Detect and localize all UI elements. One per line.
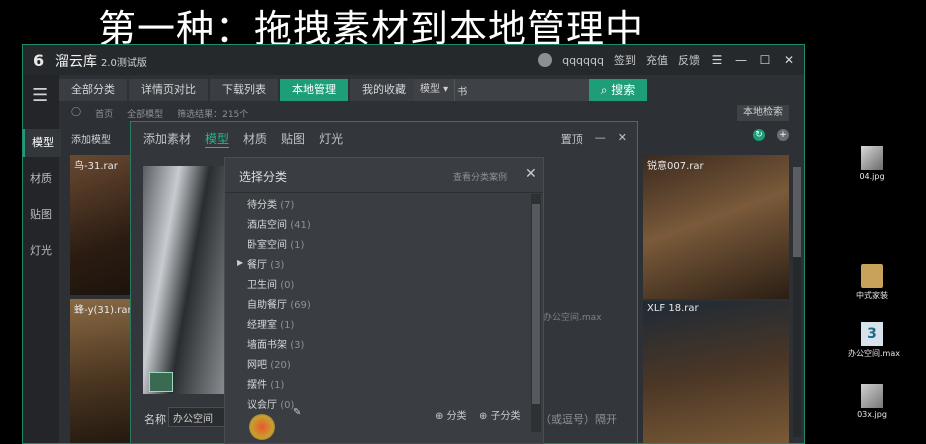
dialog-tab-texture[interactable]: 贴图 — [281, 130, 305, 148]
main-tabs: 全部分类 详情页对比 下载列表 本地管理 我的收藏 — [59, 79, 418, 101]
app-name: 溜云库 2.0测试版 — [55, 54, 147, 70]
minimize-icon[interactable]: — — [595, 131, 606, 147]
list-item[interactable]: 卫生间 (0) — [247, 276, 294, 291]
preview-image — [143, 166, 225, 394]
tab-favorites[interactable]: 我的收藏 — [350, 79, 418, 101]
refresh-icon[interactable]: ↻ — [753, 129, 765, 141]
view-examples-link[interactable]: 查看分类案例 — [453, 170, 507, 183]
add-model-label[interactable]: 添加模型 — [71, 131, 111, 146]
menu-icon[interactable]: ☰ — [710, 53, 724, 67]
list-item[interactable]: 待分类 (7) — [247, 196, 294, 211]
list-item[interactable]: 网吧 (20) — [247, 356, 291, 371]
list-item[interactable]: 餐厅 (3) — [247, 256, 284, 271]
dialog-header: 选择分类 查看分类案例 ✕ — [225, 158, 543, 193]
dialog-controls: 置顶 — ✕ — [561, 131, 627, 147]
breadcrumb-results: 筛选结果：215个 — [177, 110, 249, 120]
preview-thumbnail[interactable] — [149, 372, 173, 392]
list-item[interactable]: 经理室 (1) — [247, 316, 294, 331]
tab-all-categories[interactable]: 全部分类 — [59, 79, 127, 101]
model-card[interactable]: XLF 18.rar — [643, 301, 789, 443]
search-button[interactable]: ⌕ 搜索 — [589, 79, 647, 101]
sidebar: ☰ 模型 材质 贴图 灯光 — [23, 75, 61, 443]
list-item[interactable]: 卧室空间 (1) — [247, 236, 304, 251]
username[interactable]: qqqqqq — [562, 54, 604, 67]
add-category-button[interactable]: ⊕ 分类 — [435, 407, 467, 422]
dialog-tab-material[interactable]: 材质 — [243, 130, 267, 148]
model-card[interactable]: 锐意007.rar — [643, 155, 789, 299]
scroll-thumb[interactable] — [793, 167, 801, 257]
desktop-icon-03xjpg[interactable]: 03x.jpg — [852, 384, 892, 419]
local-search-button[interactable]: 本地检索 — [737, 105, 789, 121]
choose-category-dialog: 选择分类 查看分类案例 ✕ 待分类 (7) 酒店空间 (41) 卧室空间 (1)… — [224, 157, 544, 444]
dialog-title: 选择分类 — [239, 170, 288, 184]
logo-icon: 6 — [33, 51, 45, 70]
folder-icon — [861, 264, 883, 288]
maximize-icon[interactable]: ☐ — [758, 53, 772, 67]
search-input[interactable] — [455, 83, 580, 97]
tab-detail-compare[interactable]: 详情页对比 — [129, 79, 208, 101]
tab-local-manage[interactable]: 本地管理 — [280, 79, 348, 101]
pin-button[interactable]: 置顶 — [561, 131, 583, 147]
sidebar-item-texture[interactable]: 贴图 — [23, 201, 59, 229]
back-icon[interactable]: ◯ — [71, 107, 81, 120]
desktop-icon-max[interactable]: 3 办公空间.max — [848, 322, 900, 359]
sidebar-item-model[interactable]: 模型 — [23, 129, 61, 157]
search-icon: ⌕ — [600, 83, 608, 97]
image-file-icon — [861, 146, 883, 170]
breadcrumb-home[interactable]: 首页 — [95, 107, 113, 120]
title-actions: qqqqqq 签到 充值 反馈 ☰ — ☐ ✕ — [538, 52, 796, 68]
grid-scrollbar[interactable] — [793, 167, 801, 437]
edit-icon[interactable]: ✎ — [293, 407, 301, 418]
category-scrollbar[interactable] — [531, 194, 541, 432]
desktop-icon-04jpg[interactable]: 04.jpg — [852, 146, 892, 181]
expand-caret-icon[interactable]: ▶ — [237, 258, 243, 267]
feedback-link[interactable]: 反馈 — [678, 52, 700, 68]
list-item[interactable]: 摆件 (1) — [247, 376, 284, 391]
dialog-tab-model[interactable]: 模型 — [205, 130, 230, 148]
sidebar-item-material[interactable]: 材质 — [23, 165, 59, 193]
drag-cursor-icon — [249, 414, 275, 440]
minimize-icon[interactable]: — — [734, 53, 748, 67]
close-icon[interactable]: ✕ — [618, 131, 627, 147]
tags-hint: （或逗号）隔开 — [540, 413, 617, 426]
breadcrumb: ◯ 首页 全部模型 筛选结果：215个 — [71, 107, 248, 120]
tab-download-list[interactable]: 下载列表 — [210, 79, 278, 101]
checkin-link[interactable]: 签到 — [614, 52, 636, 68]
search-category-select[interactable]: 模型 ▾ — [414, 79, 456, 101]
add-subcategory-button[interactable]: ⊕ 子分类 — [479, 407, 521, 422]
file-name-hint: 办公空间.max — [543, 313, 602, 323]
hamburger-icon[interactable]: ☰ — [32, 85, 48, 106]
list-item[interactable]: 墙面书架 (3) — [247, 336, 304, 351]
close-icon[interactable]: ✕ — [525, 166, 537, 182]
sidebar-item-light[interactable]: 灯光 — [23, 237, 59, 265]
avatar[interactable] — [538, 53, 553, 67]
desktop-icon-folder[interactable]: 中式家装 — [852, 264, 892, 301]
name-label: 名称 — [144, 413, 166, 426]
add-icon[interactable]: + — [777, 129, 789, 141]
dialog-tabs: 添加素材 模型 材质 贴图 灯光 — [143, 130, 343, 148]
scroll-thumb[interactable] — [532, 204, 540, 404]
list-item[interactable]: 酒店空间 (41) — [247, 216, 311, 231]
close-icon[interactable]: ✕ — [782, 53, 796, 67]
breadcrumb-all-models[interactable]: 全部模型 — [127, 107, 163, 120]
list-item[interactable]: 自助餐厅 (69) — [247, 296, 311, 311]
3dsmax-file-icon: 3 — [861, 322, 883, 346]
recharge-link[interactable]: 充值 — [646, 52, 668, 68]
dialog-tab-light[interactable]: 灯光 — [319, 130, 343, 148]
image-file-icon — [861, 384, 883, 408]
dialog-title: 添加素材 — [143, 132, 192, 146]
title-bar: 6 溜云库 2.0测试版 qqqqqq 签到 充值 反馈 ☰ — ☐ ✕ — [23, 45, 804, 75]
